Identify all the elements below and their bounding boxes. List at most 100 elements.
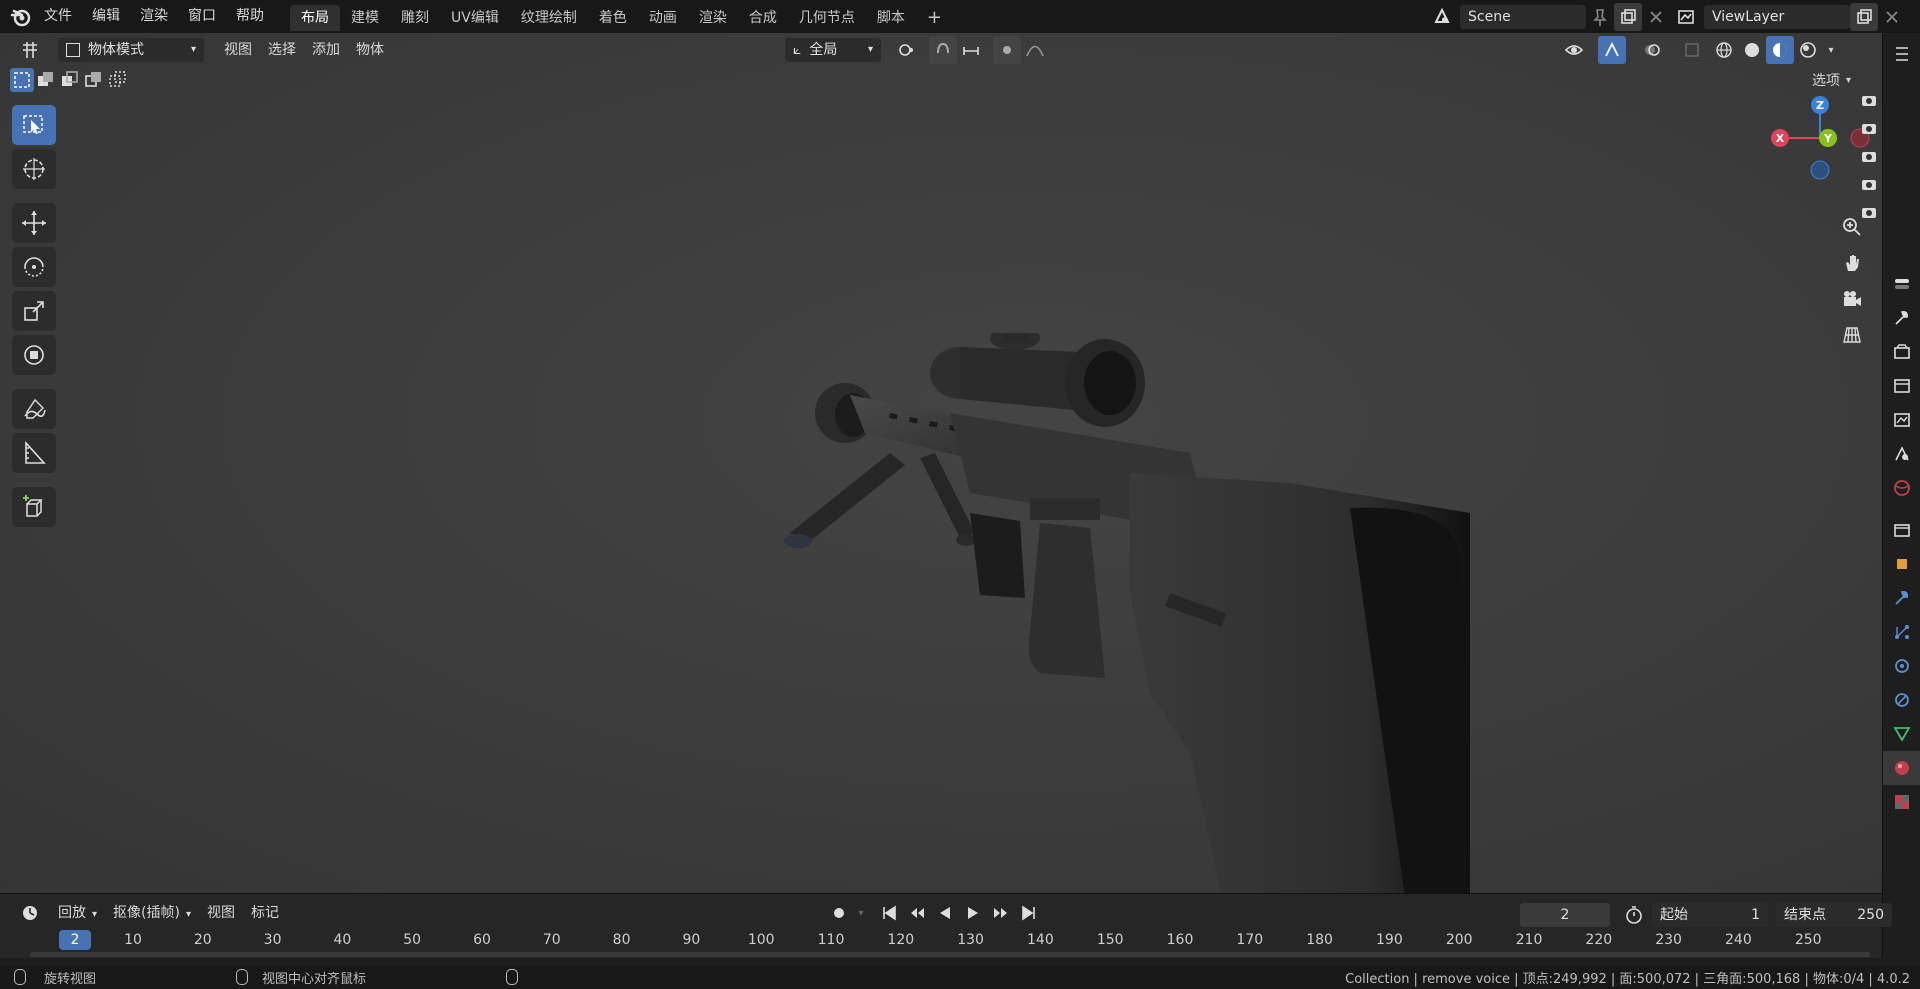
render-icon[interactable] [1883, 335, 1920, 369]
view-layer-icon[interactable] [1883, 403, 1920, 437]
prev-keyframe-icon[interactable] [903, 899, 931, 927]
modifier-icon[interactable] [1883, 581, 1920, 615]
camera-icon[interactable] [1860, 175, 1878, 197]
scene-icon[interactable] [1883, 437, 1920, 471]
physics-icon[interactable] [1883, 649, 1920, 683]
xray-icon[interactable] [1678, 36, 1706, 64]
tab-sculpting[interactable]: 雕刻 [390, 5, 440, 31]
select-new-icon[interactable] [10, 68, 34, 92]
tab-rendering[interactable]: 渲染 [688, 5, 738, 31]
camera-icon[interactable] [1860, 91, 1878, 113]
menu-file[interactable]: 文件 [34, 0, 82, 33]
scene-type-icon[interactable] [1428, 3, 1456, 31]
tab-layout[interactable]: 布局 [290, 5, 340, 31]
play-icon[interactable] [959, 899, 987, 927]
jump-end-icon[interactable] [1015, 899, 1043, 927]
current-frame-field[interactable]: 2 [1520, 903, 1610, 927]
stopwatch-icon[interactable] [1620, 901, 1648, 929]
particles-icon[interactable] [1883, 615, 1920, 649]
add-workspace-button[interactable]: + [916, 5, 953, 31]
solid-shading-icon[interactable] [1738, 36, 1766, 64]
falloff-icon[interactable] [1021, 36, 1049, 64]
menu-playback[interactable]: 回放 ▾ [50, 900, 105, 926]
mode-selector[interactable]: 物体模式 ▾ [58, 38, 204, 62]
hand-pan-icon[interactable] [1838, 249, 1866, 277]
editor-type-icon[interactable] [10, 36, 50, 64]
timeline-scrollbar[interactable] [30, 952, 1870, 957]
material-shading-icon[interactable] [1766, 36, 1794, 64]
object-icon[interactable] [1883, 547, 1920, 581]
tab-modeling[interactable]: 建模 [340, 5, 390, 31]
gizmo-toggle-icon[interactable] [1598, 36, 1626, 64]
material-icon[interactable] [1883, 751, 1920, 785]
camera-icon[interactable] [1860, 119, 1878, 141]
menu-markers[interactable]: 标记 [243, 900, 287, 926]
end-frame-field[interactable]: 结束点 250 [1776, 903, 1892, 927]
menu-render[interactable]: 渲染 [130, 0, 178, 33]
tab-animation[interactable]: 动画 [638, 5, 688, 31]
camera-icon[interactable] [1838, 285, 1866, 313]
timeline-editor-type-icon[interactable] [10, 899, 50, 927]
menu-select[interactable]: 选择 [260, 37, 304, 63]
move-icon[interactable] [12, 203, 56, 243]
tab-compositing[interactable]: 合成 [738, 5, 788, 31]
grid-ortho-icon[interactable] [1838, 321, 1866, 349]
annotate-icon[interactable] [12, 389, 56, 429]
frame-ruler[interactable]: 10 20 30 40 50 60 70 80 90 100 110 120 130 140 150 160 1… [0, 930, 1882, 952]
transform-icon[interactable] [12, 335, 56, 375]
tab-uv-editing[interactable]: UV编辑 [440, 5, 510, 31]
rifle-model[interactable] [770, 333, 1470, 893]
proportional-edit-icon[interactable] [993, 36, 1021, 64]
menu-view[interactable]: 视图 [216, 37, 260, 63]
rendered-shading-icon[interactable] [1794, 36, 1822, 64]
menu-add[interactable]: 添加 [304, 37, 348, 63]
output-icon[interactable] [1883, 369, 1920, 403]
camera-icon[interactable] [1860, 203, 1878, 225]
select-subtract-icon[interactable] [58, 68, 82, 92]
add-cube-icon[interactable] [12, 487, 56, 527]
jump-start-icon[interactable] [875, 899, 903, 927]
visibility-icon[interactable] [1560, 36, 1588, 64]
pivot-point-icon[interactable] [893, 36, 921, 64]
scene-name-field[interactable]: Scene [1460, 5, 1586, 29]
world-icon[interactable] [1883, 471, 1920, 505]
menu-window[interactable]: 窗口 [178, 0, 226, 33]
next-keyframe-icon[interactable] [987, 899, 1015, 927]
navigation-gizmo[interactable]: Z X Y [1770, 93, 1870, 213]
wireframe-shading-icon[interactable] [1710, 36, 1738, 64]
texture-icon[interactable] [1883, 785, 1920, 819]
play-reverse-icon[interactable] [931, 899, 959, 927]
data-icon[interactable] [1883, 717, 1920, 751]
measure-icon[interactable] [12, 433, 56, 473]
select-intersect-icon[interactable] [106, 68, 130, 92]
tab-scripting[interactable]: 脚本 [866, 5, 916, 31]
rotate-icon[interactable] [12, 247, 56, 287]
menu-keying[interactable]: 抠像(插帧) ▾ [105, 900, 199, 926]
new-scene-icon[interactable] [1614, 3, 1642, 31]
tab-geometry-nodes[interactable]: 几何节点 [788, 5, 866, 31]
collection-icon[interactable] [1883, 513, 1920, 547]
menu-help[interactable]: 帮助 [226, 0, 274, 33]
view-layer-field[interactable]: ViewLayer [1704, 5, 1850, 29]
remove-view-layer-icon[interactable] [1878, 3, 1906, 31]
menu-edit[interactable]: 编辑 [82, 0, 130, 33]
tool-icon[interactable] [1883, 301, 1920, 335]
select-invert-icon[interactable] [82, 68, 106, 92]
scale-icon[interactable] [12, 291, 56, 331]
transform-orientation-selector[interactable]: ⟀ 全局 ▾ [785, 38, 881, 62]
record-icon[interactable] [825, 899, 853, 927]
3d-viewport[interactable]: 物体模式 ▾ 视图 选择 添加 物体 ⟀ 全局 ▾ ▾ 选项 ▾ Z X Y [0, 33, 1882, 893]
menu-timeline-view[interactable]: 视图 [199, 900, 243, 926]
playhead-indicator[interactable]: 2 [59, 930, 91, 950]
remove-scene-icon[interactable] [1642, 3, 1670, 31]
new-view-layer-icon[interactable] [1850, 3, 1878, 31]
options-dropdown[interactable]: 选项 ▾ [1812, 70, 1851, 90]
timeline-editor[interactable]: 回放 ▾ 抠像(插帧) ▾ 视图 标记 ▾ 2 起始 1 结束点 250 10 20 3… [0, 893, 1892, 958]
tab-shading[interactable]: 着色 [588, 5, 638, 31]
snap-target-icon[interactable] [957, 36, 985, 64]
tab-texture-paint[interactable]: 纹理绘制 [510, 5, 588, 31]
camera-icon[interactable] [1860, 147, 1878, 169]
toggle-icon[interactable] [1883, 267, 1920, 301]
record-options-icon[interactable]: ▾ [853, 899, 869, 927]
select-extend-icon[interactable] [34, 68, 58, 92]
